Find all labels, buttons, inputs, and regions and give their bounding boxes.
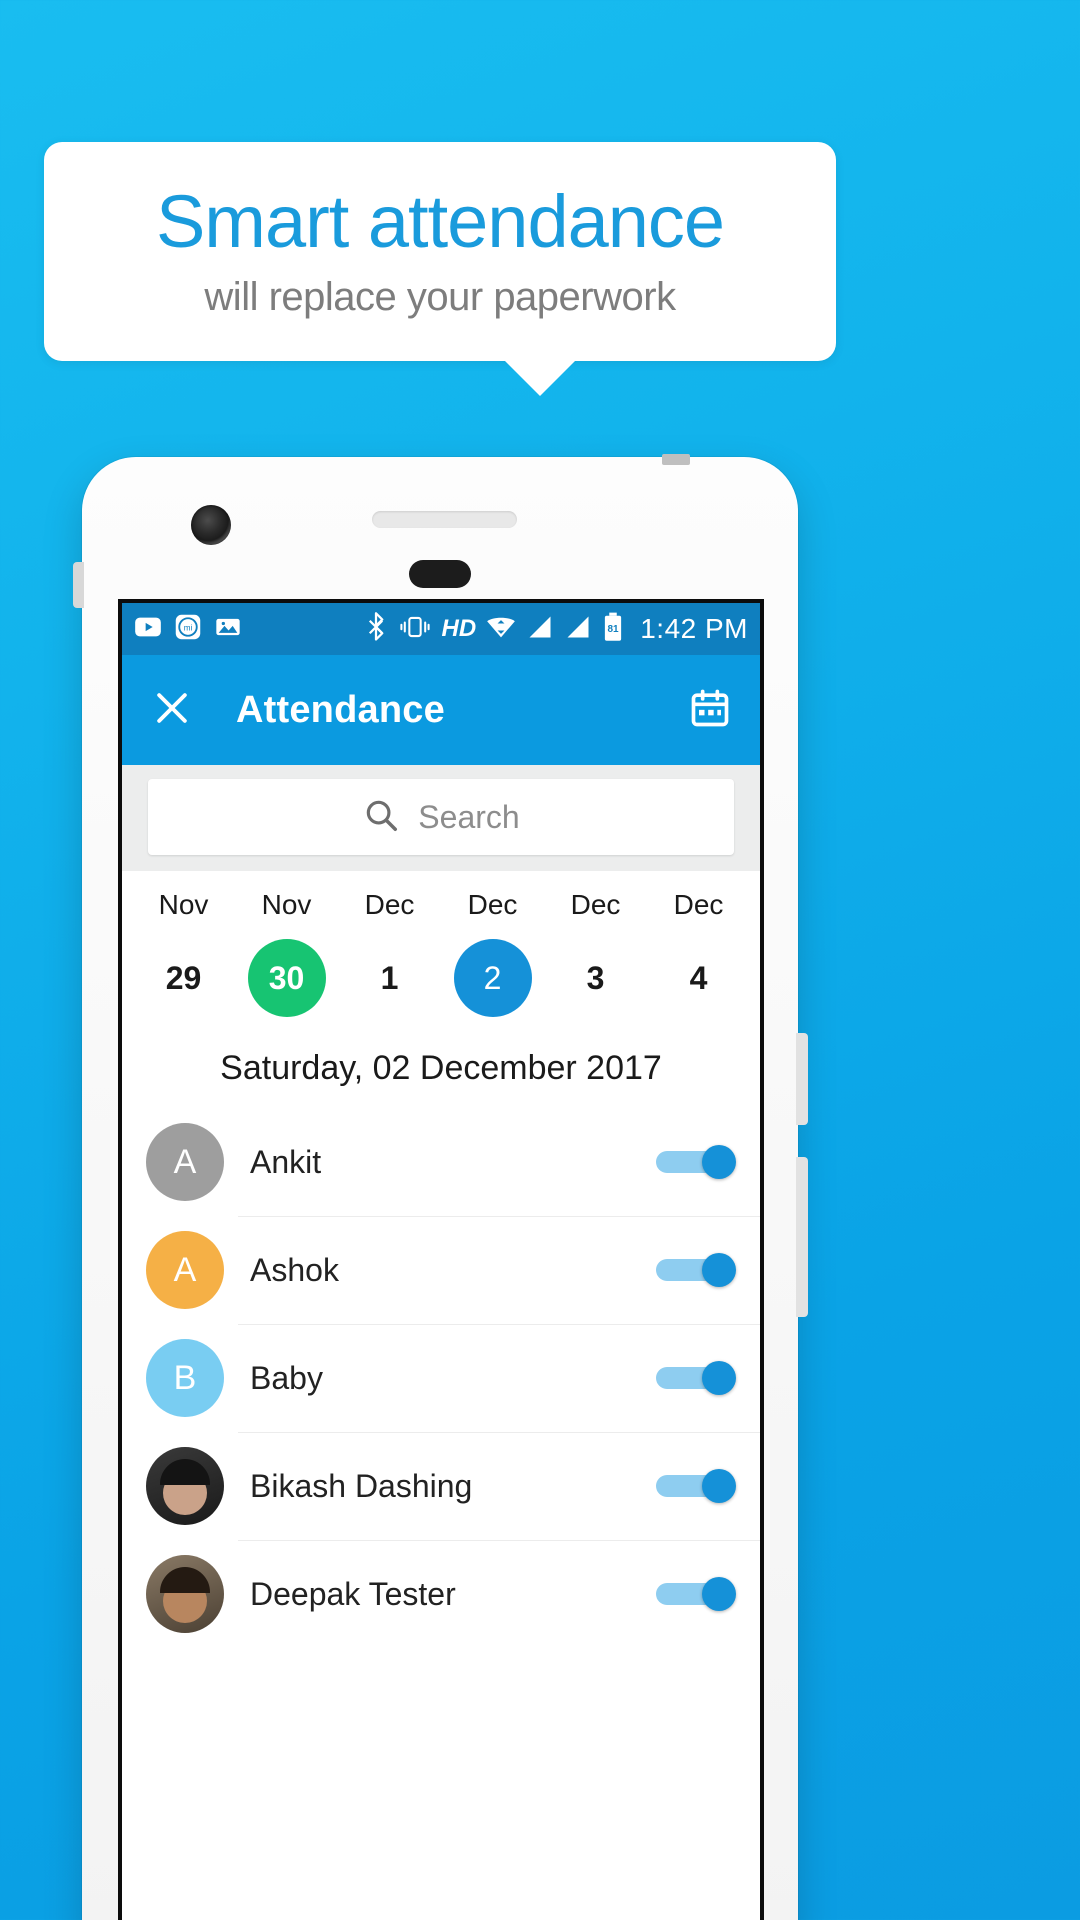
avatar-hair bbox=[160, 1459, 210, 1485]
attendance-toggle[interactable] bbox=[656, 1361, 736, 1395]
promo-bubble-tail bbox=[504, 360, 576, 396]
toggle-knob bbox=[702, 1361, 736, 1395]
date-month-label: Nov bbox=[261, 889, 312, 920]
avatar-photo bbox=[146, 1555, 224, 1633]
promo-title: Smart attendance bbox=[155, 180, 725, 264]
wifi-icon bbox=[486, 614, 516, 645]
avatar: B bbox=[146, 1339, 224, 1417]
avatar-hair bbox=[160, 1567, 210, 1593]
search-placeholder-text: Search bbox=[418, 798, 520, 835]
date-cell[interactable]: Dec 4 bbox=[647, 889, 750, 1017]
toggle-knob bbox=[702, 1577, 736, 1611]
avatar-initial: A bbox=[173, 1250, 197, 1289]
list-item[interactable]: A Ashok bbox=[122, 1216, 760, 1324]
search-icon bbox=[362, 796, 400, 839]
date-number-bubble-today: 30 bbox=[247, 939, 326, 1017]
date-number: 4 bbox=[689, 959, 708, 996]
phone-volume-button bbox=[796, 1033, 808, 1125]
phone-screen: mi HD 81 1:42 PM Attendance Search Nov 2… bbox=[118, 599, 764, 1920]
battery-icon: 81 bbox=[602, 612, 624, 647]
youtube-icon bbox=[134, 613, 162, 646]
list-item[interactable]: Bikash Dashing bbox=[122, 1432, 760, 1540]
mi-cleaner-icon: mi bbox=[174, 613, 202, 646]
attendance-toggle[interactable] bbox=[656, 1253, 736, 1287]
attendee-name: Bikash Dashing bbox=[250, 1467, 473, 1504]
date-month-label: Dec bbox=[364, 889, 415, 920]
avatar: A bbox=[146, 1123, 224, 1201]
bluetooth-icon bbox=[364, 611, 388, 647]
hd-icon: HD bbox=[441, 615, 477, 642]
status-bar: mi HD 81 1:42 PM bbox=[122, 603, 760, 655]
signal-bars-sim1-icon bbox=[526, 614, 554, 645]
search-area: Search bbox=[122, 765, 760, 871]
avatar-initial: A bbox=[173, 1142, 197, 1181]
date-cell[interactable]: Dec 1 bbox=[338, 889, 441, 1017]
clock-text: 1:42 PM bbox=[640, 613, 748, 644]
date-number-bubble: 3 bbox=[557, 939, 635, 1017]
app-bar: Attendance bbox=[122, 655, 760, 765]
avatar-initial: B bbox=[173, 1358, 197, 1397]
phone-side-button-left bbox=[73, 562, 84, 608]
avatar: A bbox=[146, 1231, 224, 1309]
date-cell[interactable]: Nov 29 bbox=[132, 889, 235, 1017]
phone-top-sensor bbox=[662, 454, 690, 465]
date-number: 30 bbox=[268, 959, 305, 996]
search-input[interactable]: Search bbox=[148, 779, 734, 855]
home-button[interactable] bbox=[409, 560, 471, 588]
date-month-label: Nov bbox=[158, 889, 209, 920]
toggle-knob bbox=[702, 1253, 736, 1287]
signal-bars-sim2-icon bbox=[564, 614, 592, 645]
date-number-bubble: 1 bbox=[351, 939, 429, 1017]
toggle-knob bbox=[702, 1469, 736, 1503]
battery-level-text: 81 bbox=[608, 624, 620, 635]
promo-bubble: Smart attendance will replace your paper… bbox=[44, 142, 836, 361]
attendee-name: Deepak Tester bbox=[250, 1575, 456, 1612]
attendance-toggle[interactable] bbox=[656, 1145, 736, 1179]
list-item[interactable]: B Baby bbox=[122, 1324, 760, 1432]
close-icon[interactable] bbox=[150, 686, 194, 735]
selected-date-header: Saturday, 02 December 2017 bbox=[220, 1049, 662, 1087]
date-strip: Nov 29 Nov 30 Dec 1 Dec 2 Dec 3 Dec 4 bbox=[122, 871, 760, 1027]
date-number-bubble: 4 bbox=[660, 939, 738, 1017]
status-bar-system-icons: HD 81 1:42 PM bbox=[364, 611, 748, 647]
status-bar-notifications: mi bbox=[134, 613, 242, 646]
date-number-bubble-selected: 2 bbox=[453, 939, 532, 1017]
date-number-bubble: 29 bbox=[145, 939, 223, 1017]
attendance-toggle[interactable] bbox=[656, 1577, 736, 1611]
front-camera-icon bbox=[191, 505, 231, 545]
date-number: 1 bbox=[380, 959, 399, 996]
earpiece-speaker bbox=[372, 511, 517, 528]
attendee-name: Ashok bbox=[250, 1251, 339, 1288]
date-number: 3 bbox=[586, 959, 605, 996]
date-month-label: Dec bbox=[467, 889, 518, 920]
vibrate-icon bbox=[398, 614, 432, 645]
attendance-toggle[interactable] bbox=[656, 1469, 736, 1503]
attendee-name: Baby bbox=[250, 1359, 323, 1396]
date-number: 2 bbox=[483, 959, 502, 996]
gallery-icon bbox=[214, 613, 242, 646]
date-cell[interactable]: Nov 30 bbox=[235, 889, 338, 1017]
date-month-label: Dec bbox=[673, 889, 724, 920]
toggle-knob bbox=[702, 1145, 736, 1179]
list-item[interactable]: A Ankit bbox=[122, 1108, 760, 1216]
date-month-label: Dec bbox=[570, 889, 621, 920]
promo-subtitle: will replace your paperwork bbox=[204, 274, 676, 319]
date-cell[interactable]: Dec 3 bbox=[544, 889, 647, 1017]
list-item[interactable]: Deepak Tester bbox=[122, 1540, 760, 1648]
svg-text:mi: mi bbox=[184, 623, 193, 632]
phone-power-button bbox=[796, 1157, 808, 1317]
date-number: 29 bbox=[165, 959, 202, 996]
date-cell-selected[interactable]: Dec 2 bbox=[441, 889, 544, 1017]
avatar-photo bbox=[146, 1447, 224, 1525]
attendee-list: A Ankit A Ashok B Baby Bikash Dashing De… bbox=[122, 1108, 760, 1648]
attendee-name: Ankit bbox=[250, 1143, 322, 1180]
phone-mockup: mi HD 81 1:42 PM Attendance Search Nov 2… bbox=[73, 454, 808, 1920]
page-title: Attendance bbox=[236, 688, 445, 731]
calendar-icon[interactable] bbox=[688, 686, 732, 735]
